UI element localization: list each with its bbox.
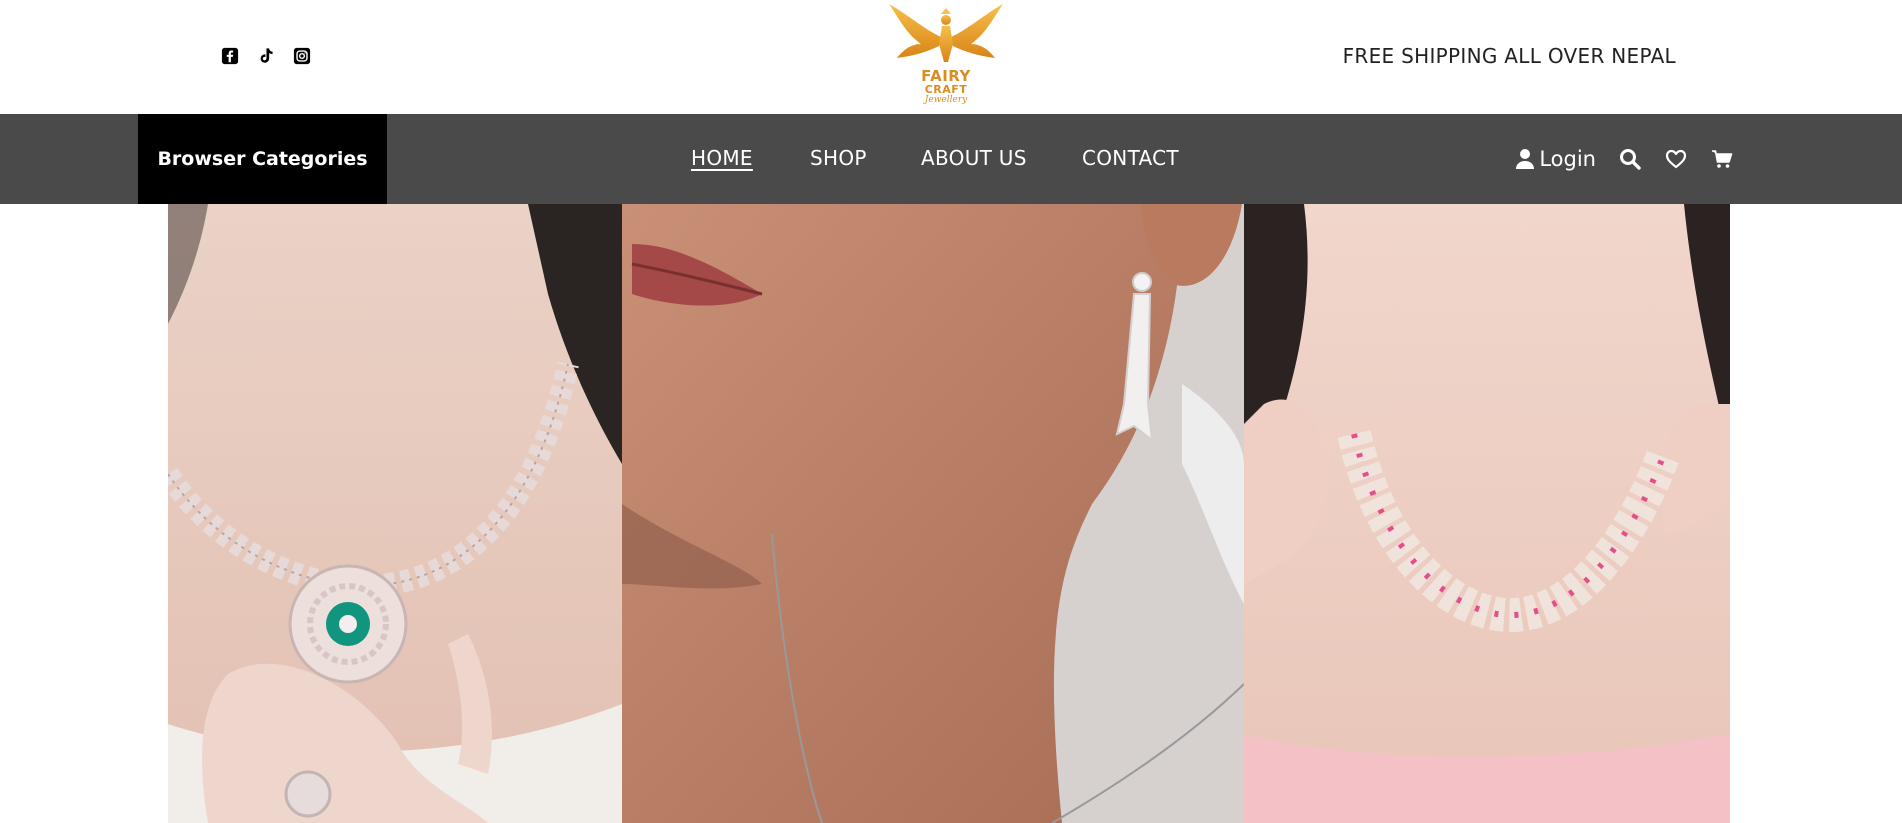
- brand-logo[interactable]: FAIRY CRAFT Jewellery: [885, 0, 1007, 108]
- hero-image-necklace-green-pendant[interactable]: [168, 204, 622, 823]
- search-icon[interactable]: [1618, 147, 1642, 171]
- login-button[interactable]: Login: [1515, 147, 1596, 171]
- top-bar: FAIRY CRAFT Jewellery FREE SHIPPING ALL …: [0, 0, 1902, 114]
- user-icon: [1516, 149, 1535, 169]
- nav-link-shop[interactable]: SHOP: [810, 146, 867, 170]
- facebook-icon[interactable]: [220, 46, 240, 66]
- tiktok-icon[interactable]: [256, 46, 276, 66]
- hero-image-drop-earring[interactable]: [622, 204, 1244, 823]
- cart-icon[interactable]: [1710, 147, 1734, 171]
- nav-link-about-us[interactable]: ABOUT US: [921, 146, 1027, 170]
- instagram-icon[interactable]: [292, 46, 312, 66]
- login-label: Login: [1539, 147, 1596, 171]
- hero-banner: [168, 204, 1730, 823]
- heart-icon[interactable]: [1664, 147, 1688, 171]
- nav-link-contact[interactable]: CONTACT: [1082, 146, 1179, 170]
- shipping-banner-text: FREE SHIPPING ALL OVER NEPAL: [1342, 44, 1676, 68]
- nav-actions: Login: [1515, 114, 1734, 204]
- hero-image-pink-stone-necklace[interactable]: [1244, 204, 1730, 823]
- nav-link-home[interactable]: HOME: [691, 146, 753, 170]
- social-links: [220, 46, 312, 66]
- main-navbar: Browser Categories HOME SHOP ABOUT US CO…: [0, 114, 1902, 204]
- logo-text-line3: Jewellery: [924, 95, 968, 105]
